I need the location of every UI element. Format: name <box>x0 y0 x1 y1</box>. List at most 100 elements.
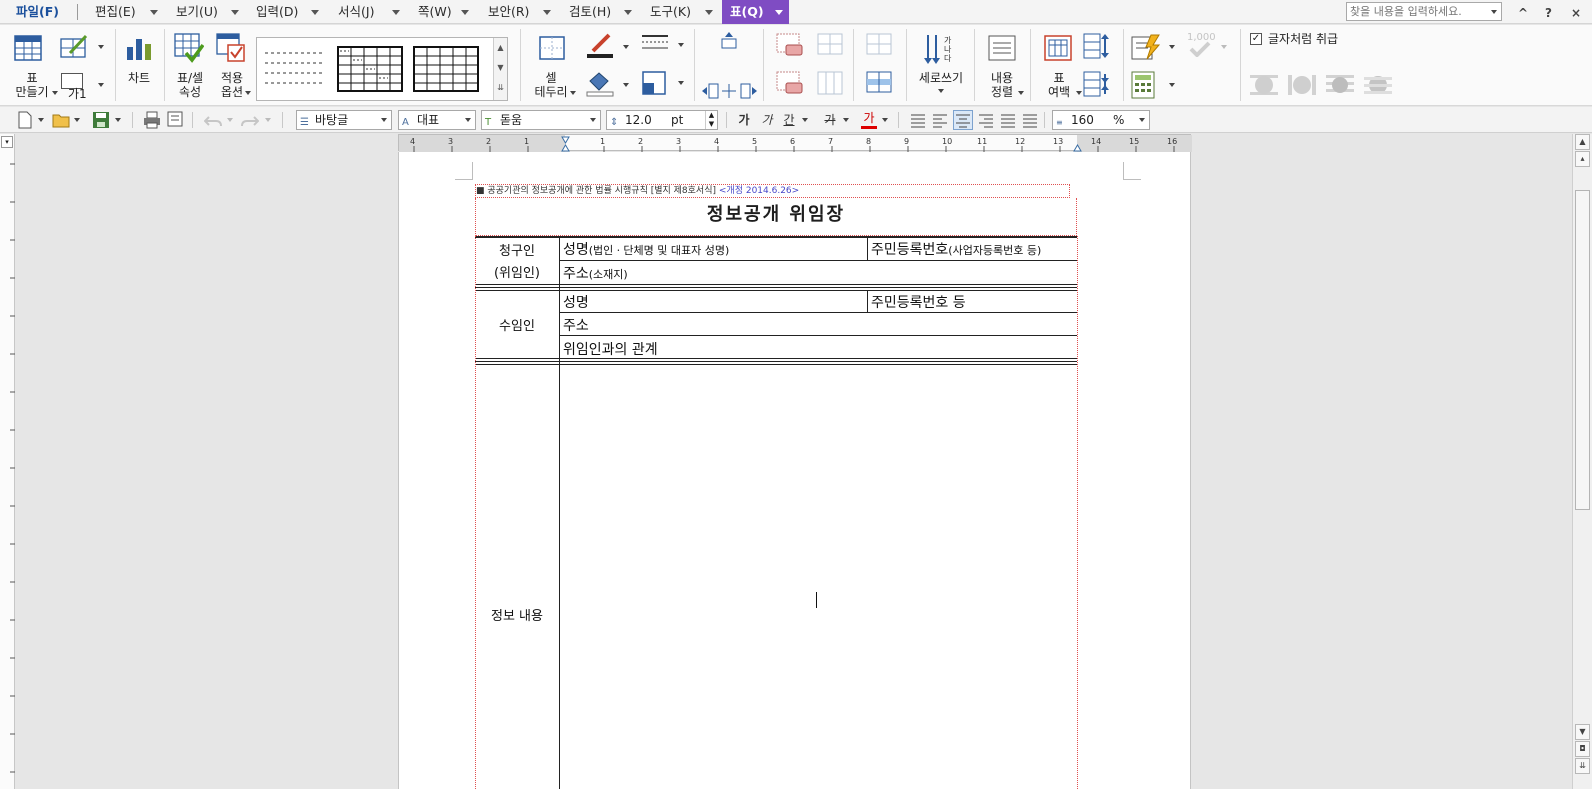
draw-table-dropdown-icon[interactable] <box>98 45 104 49</box>
cell-fill-dropdown-icon[interactable] <box>623 83 629 87</box>
gallery-down-icon[interactable]: ▼ <box>494 58 507 78</box>
underline-dropdown-icon[interactable] <box>802 118 808 122</box>
open-folder-icon[interactable] <box>52 111 70 129</box>
cell-border-dropdown-icon[interactable] <box>570 91 576 95</box>
help-icon[interactable]: ? <box>1545 6 1552 20</box>
document-page[interactable]: ■ 공공기관의 정보공개에 관한 법률 시행규칙 [별지 제8호서식] <개정 … <box>398 152 1191 789</box>
border-color-button[interactable] <box>585 31 629 61</box>
menu-edit-dropdown-icon[interactable] <box>150 10 158 15</box>
align-right-icon[interactable] <box>978 112 994 128</box>
formula-dropdown-icon[interactable] <box>1169 45 1175 49</box>
menu-table[interactable]: 표(Q) <box>722 0 772 24</box>
style-dropdown-icon[interactable] <box>381 118 387 122</box>
menu-edit[interactable]: 편집(E) <box>95 0 136 24</box>
bold-button[interactable]: 가 <box>737 111 751 129</box>
line-style-button[interactable] <box>640 31 686 61</box>
print-preview-icon[interactable] <box>166 111 184 129</box>
menu-view[interactable]: 보기(U) <box>176 0 218 24</box>
line-spacing-dropdown-icon[interactable] <box>1139 118 1145 122</box>
align-justify-icon[interactable] <box>910 112 926 128</box>
table-margin-dropdown-icon[interactable] <box>1076 91 1082 95</box>
font-dropdown-icon[interactable] <box>590 118 596 122</box>
menu-file[interactable]: 파일(F) <box>16 0 59 24</box>
menu-view-dropdown-icon[interactable] <box>231 10 239 15</box>
font-size-spinner[interactable]: ▲ ▼ <box>705 111 717 129</box>
cell-shade-dropdown-icon[interactable] <box>678 81 684 85</box>
menu-tools-dropdown-icon[interactable] <box>705 10 713 15</box>
print-icon[interactable] <box>143 111 161 129</box>
italic-button[interactable]: 가 <box>760 111 774 129</box>
apply-options-dropdown-icon[interactable] <box>245 91 251 95</box>
vertical-writing-button[interactable]: 가 나 다 세로쓰기 <box>914 29 968 101</box>
menu-format[interactable]: 서식(J) <box>338 0 374 24</box>
vertical-writing-dropdown-icon[interactable] <box>938 89 944 93</box>
insert-col-left-icon[interactable] <box>701 82 719 100</box>
table-cell-props-button[interactable]: 표/셀 속성 <box>170 29 210 101</box>
table-style-grid-thumbnail[interactable] <box>337 46 403 92</box>
font-size-input[interactable]: ⇕ 12.0 pt ▲ ▼ <box>606 110 718 130</box>
menu-page-dropdown-icon[interactable] <box>461 10 469 15</box>
style-select[interactable]: ☰ 바탕글 <box>296 110 392 130</box>
menu-tools[interactable]: 도구(K) <box>650 0 691 24</box>
border-color-dropdown-icon[interactable] <box>623 45 629 49</box>
menu-table-dropdown-icon[interactable] <box>775 10 783 15</box>
scroll-up-icon[interactable]: ▲ <box>1575 134 1590 150</box>
scrollbar-thumb[interactable] <box>1575 190 1590 510</box>
table-style-grid2-thumbnail[interactable] <box>413 46 479 92</box>
claimant-id-cell[interactable]: 주민등록번호(사업자등록번호 등) <box>871 239 1041 259</box>
language-dropdown-icon[interactable] <box>465 118 471 122</box>
claimant-name-cell[interactable]: 성명(법인ㆍ단체명 및 대표자 성명) <box>563 239 729 259</box>
save-icon[interactable] <box>92 111 110 129</box>
table-make-button[interactable]: 표 만들기 <box>8 29 58 101</box>
font-select[interactable]: T 돋움 <box>481 110 601 130</box>
calculator-dropdown-icon[interactable] <box>1169 83 1175 87</box>
formula-icon[interactable] <box>1131 33 1161 61</box>
save-dropdown-icon[interactable] <box>115 118 121 122</box>
gallery-up-icon[interactable]: ▲ <box>494 38 507 58</box>
char-style-dropdown-icon[interactable] <box>98 83 104 87</box>
gallery-more-icon[interactable]: ⇊ <box>494 78 507 98</box>
delegate-name-cell[interactable]: 성명 <box>563 292 589 312</box>
scroll-page-down-icon[interactable]: ⇊ <box>1575 758 1590 774</box>
content-align-button[interactable]: 내용 정렬 <box>980 29 1024 101</box>
cell-border-button[interactable]: 셀 테두리 <box>528 29 576 101</box>
menu-security-dropdown-icon[interactable] <box>543 10 551 15</box>
line-spacing-input[interactable]: ≡ 160% <box>1052 110 1150 130</box>
insert-col-right-icon[interactable] <box>740 82 758 100</box>
checkbox-checked-icon[interactable]: ✓ <box>1250 33 1262 45</box>
table-style-dashed-thumbnail[interactable] <box>263 48 327 90</box>
search-input[interactable] <box>1347 3 1483 20</box>
delegate-address-cell[interactable]: 주소 <box>563 315 589 335</box>
menu-insert[interactable]: 입력(D) <box>256 0 298 24</box>
ribbon-collapse-icon[interactable]: ^ <box>1518 6 1528 20</box>
close-icon[interactable]: × <box>1571 6 1581 20</box>
delegate-id-cell[interactable]: 주민등록번호 등 <box>871 292 966 312</box>
language-select[interactable]: A 대표 <box>398 110 476 130</box>
cell-shade-button[interactable] <box>640 69 686 99</box>
menu-insert-dropdown-icon[interactable] <box>311 10 319 15</box>
info-content-cell[interactable] <box>560 365 1076 789</box>
underline-button[interactable]: 간 <box>781 111 797 129</box>
font-color-dropdown-icon[interactable] <box>882 118 888 122</box>
ruler-corner-icon[interactable]: ▾ <box>1 136 13 148</box>
scroll-page-up-icon[interactable]: ▴ <box>1575 151 1590 167</box>
char-style-button[interactable]: 가1 <box>58 71 106 101</box>
align-divide-icon[interactable] <box>1022 112 1038 128</box>
strikethrough-dropdown-icon[interactable] <box>843 118 849 122</box>
search-box[interactable] <box>1346 2 1502 21</box>
line-style-dropdown-icon[interactable] <box>678 43 684 47</box>
open-folder-dropdown-icon[interactable] <box>74 118 80 122</box>
align-center-button[interactable] <box>953 110 973 130</box>
cell-width-icon[interactable] <box>866 71 894 97</box>
new-document-icon[interactable] <box>16 111 34 129</box>
delete-row-icon[interactable] <box>776 33 804 59</box>
equal-height-icon[interactable] <box>1083 33 1111 61</box>
strikethrough-button[interactable]: 가 <box>822 111 838 129</box>
merge-arrows-icon[interactable] <box>720 82 738 100</box>
align-distribute-icon[interactable] <box>1000 112 1016 128</box>
draw-table-button[interactable] <box>58 31 106 61</box>
menu-review[interactable]: 검토(H) <box>569 0 611 24</box>
menu-security[interactable]: 보안(R) <box>488 0 529 24</box>
delegate-relation-cell[interactable]: 위임인과의 관계 <box>563 339 658 359</box>
font-color-button[interactable]: 가 <box>861 111 877 129</box>
